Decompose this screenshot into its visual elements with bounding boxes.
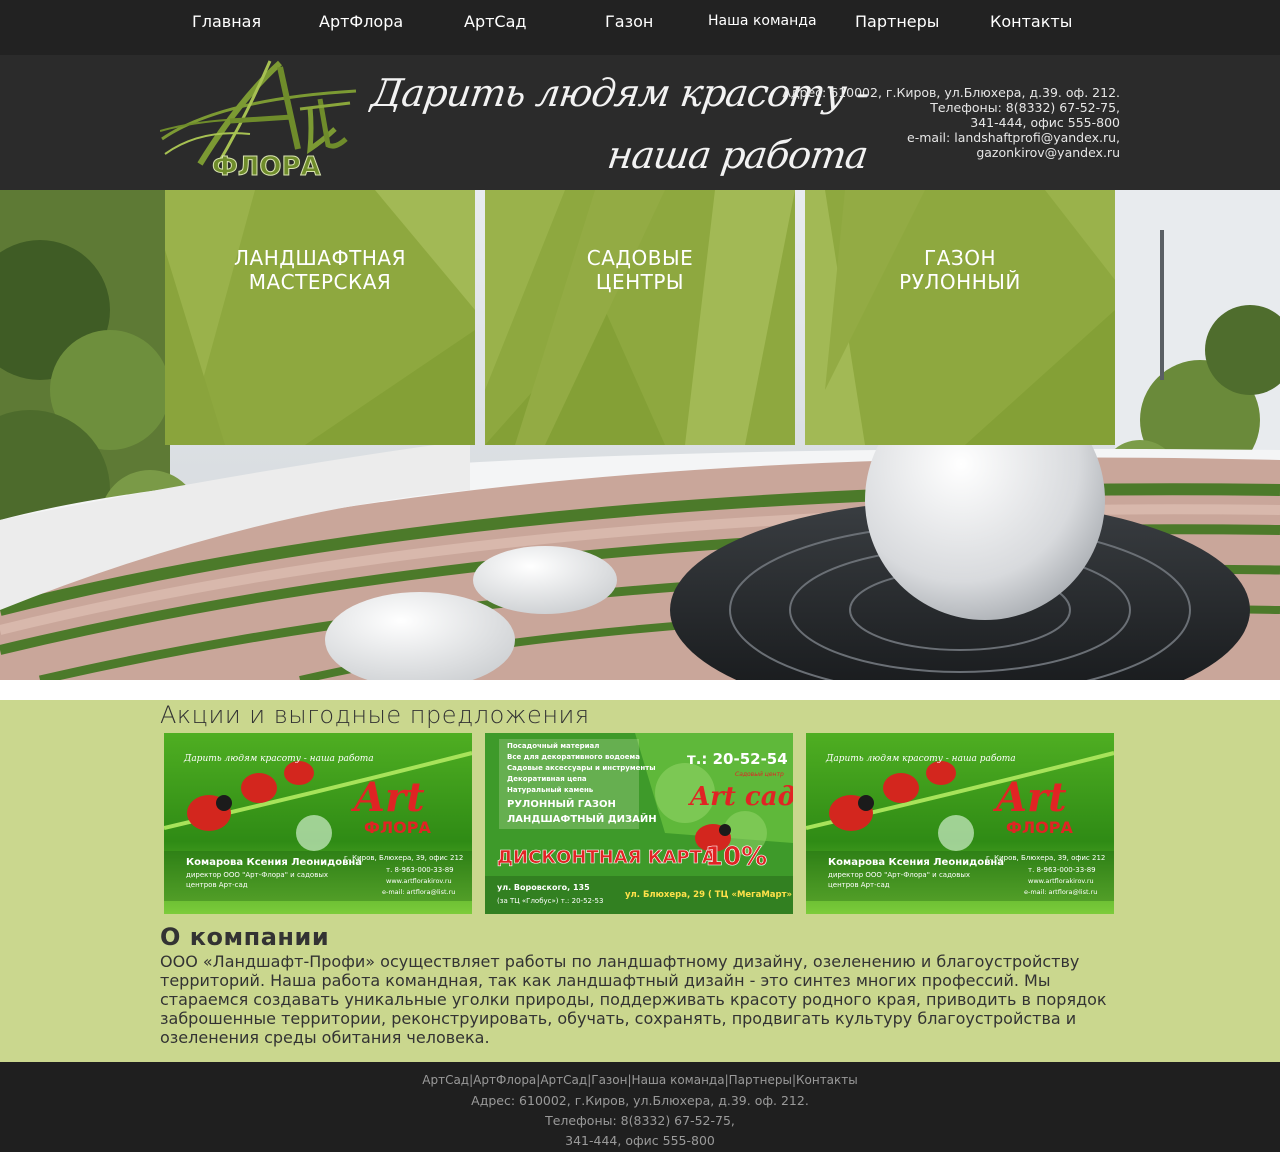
svg-text:ДИСКОНТНАЯ КАРТА: ДИСКОНТНАЯ КАРТА [497,847,716,868]
discount-card-image: Посадочный материал Все для декоративног… [485,733,793,914]
svg-text:Комарова Ксения Леонидовна: Комарова Ксения Леонидовна [828,857,1004,868]
logo-graphic: ФЛОРА [159,60,357,183]
svg-text:e-mail: artflora@list.ru: e-mail: artflora@list.ru [382,888,455,896]
nav-link-artflora[interactable]: АртФлора [319,12,403,31]
site-header: ФЛОРА Дарить людям красоту - наша работа… [0,55,1280,190]
svg-text:Комарова Ксения Леонидовна: Комарова Ксения Леонидовна [186,857,362,868]
svg-text:директор ООО "Арт-Флора" и сад: директор ООО "Арт-Флора" и садовых [828,871,970,879]
tile-facet-pattern [485,190,795,445]
site-logo[interactable]: ФЛОРА [159,59,360,183]
contact-email-1[interactable]: e-mail: landshaftprofi@yandex.ru, [720,130,1120,145]
promo-section: Акции и выгодные предложения Дарить людя… [0,700,1280,1062]
footer-link-contacts[interactable]: Контакты [796,1073,858,1087]
hero-tile-rolled-lawn[interactable]: ГАЗОН РУЛОННЫЙ [805,190,1115,445]
logo-text-flora: ФЛОРА [212,152,321,181]
promo-title: Акции и выгодные предложения [160,701,590,729]
svg-text:г. Киров, Блюхера, 39, офис 21: г. Киров, Блюхера, 39, офис 212 [986,854,1105,862]
nav-link-contacts[interactable]: Контакты [990,12,1072,31]
svg-text:ФЛОРА: ФЛОРА [364,818,431,837]
nav-link-team[interactable]: Наша команда [708,13,817,29]
nav-link-partners[interactable]: Партнеры [855,12,939,31]
tile-facet-pattern [165,190,475,445]
promo-card-business-2[interactable]: Дарить людям красоту - наша работа Art Ф… [806,733,1114,914]
footer-link-artsad-2[interactable]: АртСад [540,1073,587,1087]
about-title: О компании [160,923,330,951]
svg-text:ФЛОРА: ФЛОРА [1006,818,1073,837]
nav-link-home[interactable]: Главная [192,12,261,31]
svg-text:Art: Art [992,774,1067,821]
tile-label: САДОВЫЕ ЦЕНТРЫ [586,246,694,294]
tile-facet-pattern [805,190,1115,445]
svg-text:10%: 10% [705,842,767,872]
svg-text:Садовый центр: Садовый центр [735,771,784,778]
business-card-image: Дарить людям красоту - наша работа Art Ф… [806,733,1114,914]
promo-card-discount[interactable]: Посадочный материал Все для декоративног… [485,733,793,914]
svg-text:ул. Блюхера, 29 ( ТЦ «МегаМарт: ул. Блюхера, 29 ( ТЦ «МегаМарт» ) [625,890,793,900]
svg-text:Садовые аксессуары и инструмен: Садовые аксессуары и инструменты [507,764,656,772]
svg-text:Art сад: Art сад [687,782,793,812]
footer-link-team[interactable]: Наша команда [632,1073,725,1087]
svg-text:т.: 20-52-54: т.: 20-52-54 [687,750,788,768]
contact-phones-2: 341-444, офис 555-800 [970,115,1120,130]
hero-tile-landscape-workshop[interactable]: ЛАНДШАФТНАЯ МАСТЕРСКАЯ [165,190,475,445]
footer-phones-2: 341-444, офис 555-800 [565,1133,715,1148]
svg-text:Натуральный камень: Натуральный камень [507,786,594,794]
svg-text:РУЛОННЫЙ ГАЗОН: РУЛОННЫЙ ГАЗОН [507,797,616,810]
svg-text:т. 8-963-000-33-89: т. 8-963-000-33-89 [386,866,454,874]
svg-text:Посадочный материал: Посадочный материал [507,742,599,750]
nav-link-lawn[interactable]: Газон [605,12,653,31]
svg-text:центров Арт-сад: центров Арт-сад [186,881,248,889]
contact-email-2[interactable]: gazonkirov@yandex.ru [720,145,1120,160]
footer-link-partners[interactable]: Партнеры [729,1073,792,1087]
business-card-image: Дарить людям красоту - наша работа Art Ф… [164,733,472,914]
svg-text:e-mail: artflora@list.ru: e-mail: artflora@list.ru [1024,888,1097,896]
footer-phones-1: Телефоны: 8(8332) 67-52-75, [545,1113,735,1128]
svg-text:г. Киров, Блюхера, 39, офис 21: г. Киров, Блюхера, 39, офис 212 [344,854,463,862]
top-nav: Главная АртФлора АртСад Газон Наша коман… [0,0,1280,55]
svg-text:центров Арт-сад: центров Арт-сад [828,881,890,889]
footer-link-lawn[interactable]: Газон [591,1073,627,1087]
footer-address: Адрес: 610002, г.Киров, ул.Блюхера, д.39… [471,1093,809,1108]
svg-text:ул. Воровского, 135: ул. Воровского, 135 [497,883,590,892]
contact-phones-1: Телефоны: 8(8332) 67-52-75, [930,100,1120,115]
contact-address: Адрес: 610002, г.Киров, ул.Блюхера, д.39… [782,85,1120,100]
site-footer: АртСад|АртФлора|АртСад|Газон|Наша команд… [0,1062,1280,1152]
svg-text:(за ТЦ «Глобус») т.: 20-52-53: (за ТЦ «Глобус») т.: 20-52-53 [497,897,603,905]
hero-banner: ЛАНДШАФТНАЯ МАСТЕРСКАЯ САДОВЫЕ ЦЕНТРЫ ГА… [0,190,1280,680]
hero-tile-garden-centers[interactable]: САДОВЫЕ ЦЕНТРЫ [485,190,795,445]
svg-text:директор ООО "Арт-Флора" и сад: директор ООО "Арт-Флора" и садовых [186,871,328,879]
about-text: ООО «Ландшафт-Профи» осуществляет работы… [160,952,1107,1047]
tile-label: ЛАНДШАФТНАЯ МАСТЕРСКАЯ [233,246,406,294]
svg-text:Все для декоративного водоема: Все для декоративного водоема [507,753,640,761]
svg-text:www.artflorakirov.ru: www.artflorakirov.ru [386,877,452,885]
svg-text:Art: Art [350,774,425,821]
promo-card-business-1[interactable]: Дарить людям красоту - наша работа Art Ф… [164,733,472,914]
footer-links: АртСад|АртФлора|АртСад|Газон|Наша команд… [0,1073,1280,1087]
svg-text:т. 8-963-000-33-89: т. 8-963-000-33-89 [1028,866,1096,874]
footer-link-artflora[interactable]: АртФлора [473,1073,536,1087]
header-contacts: Адрес: 610002, г.Киров, ул.Блюхера, д.39… [720,85,1120,160]
nav-link-artsad[interactable]: АртСад [464,12,526,31]
tile-label: ГАЗОН РУЛОННЫЙ [899,246,1021,294]
svg-text:Дарить людям красоту - наша ра: Дарить людям красоту - наша работа [183,753,374,764]
svg-text:ЛАНДШАФТНЫЙ ДИЗАЙН: ЛАНДШАФТНЫЙ ДИЗАЙН [507,812,657,825]
svg-text:www.artflorakirov.ru: www.artflorakirov.ru [1028,877,1094,885]
svg-text:Дарить людям красоту - наша ра: Дарить людям красоту - наша работа [825,753,1016,764]
footer-link-artsad[interactable]: АртСад [422,1073,469,1087]
svg-text:Декоративная цепа: Декоративная цепа [507,775,587,783]
